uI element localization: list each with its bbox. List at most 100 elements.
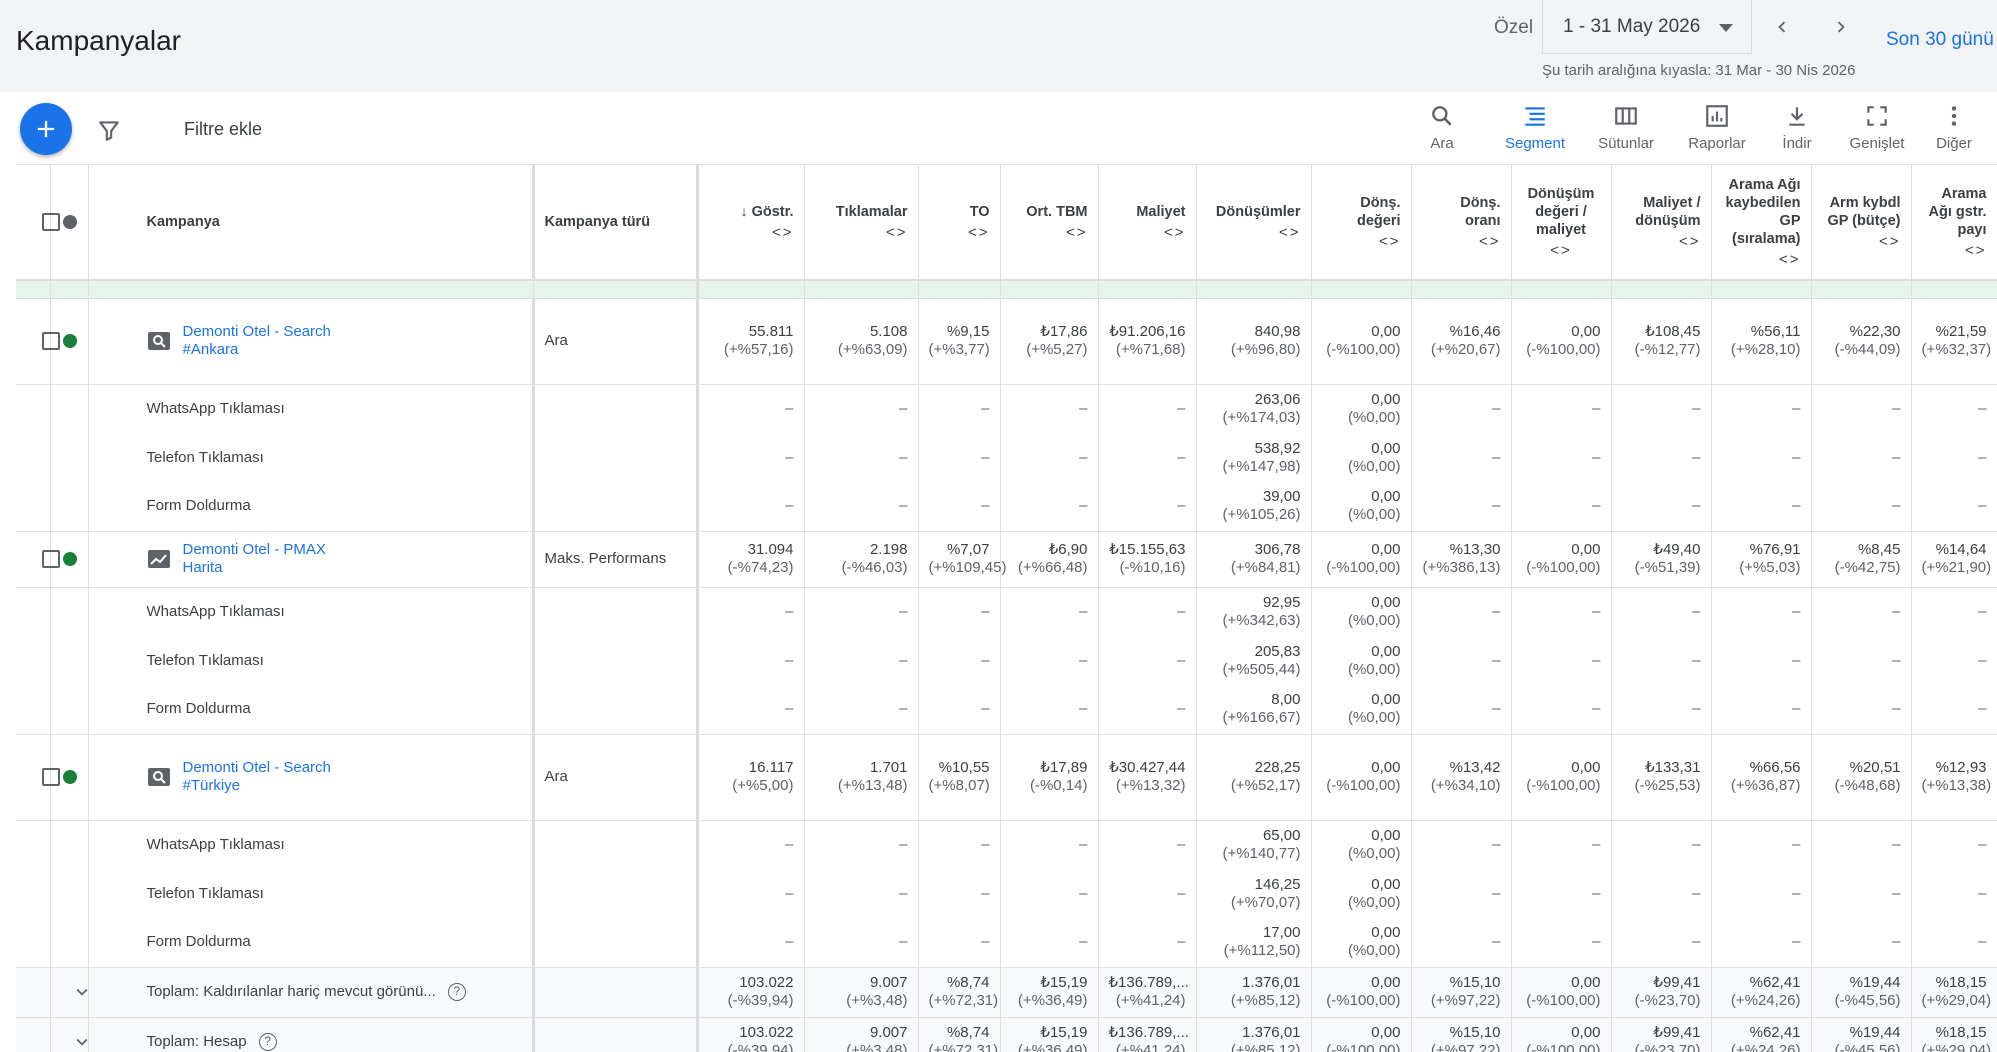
metric-change: (+%5,03) — [1739, 559, 1801, 576]
column-resize-icon[interactable]: <> — [815, 224, 908, 242]
expand-total-button[interactable] — [50, 1017, 89, 1052]
column-resize-icon[interactable]: <> — [1322, 233, 1401, 251]
column-resize-icon[interactable]: <> — [1109, 224, 1186, 242]
total-row: Toplam: Kaldırılanlar hariç mevcut görün… — [16, 967, 1997, 1018]
prev-period-button[interactable] — [1765, 10, 1799, 44]
conv-value-header[interactable]: Dönş. değeri <> — [1311, 165, 1412, 281]
value-per-cost-cell: – — [1511, 918, 1612, 968]
empty-cell — [50, 869, 89, 918]
metric-change: (+%85,12) — [1230, 992, 1301, 1009]
conv-rate-header[interactable]: Dönş. oranı <> — [1411, 165, 1512, 281]
row-checkbox-cell[interactable] — [16, 298, 60, 385]
column-resize-icon[interactable]: <> — [1011, 224, 1088, 242]
row-checkbox-cell[interactable] — [16, 734, 60, 821]
metric-value: 8,00 — [1271, 691, 1301, 709]
download-tool-button[interactable]: İndir — [1752, 103, 1842, 152]
metric-value: %13,42 — [1449, 759, 1501, 776]
row-checkbox[interactable] — [42, 332, 60, 351]
columns-tool-button[interactable]: Sütunlar — [1581, 103, 1671, 152]
column-resize-icon[interactable]: <> — [1207, 224, 1301, 242]
column-resize-icon[interactable]: <> — [1822, 233, 1901, 251]
row-checkbox[interactable] — [42, 768, 60, 787]
filter-input[interactable]: Filtre ekle — [184, 119, 262, 140]
status-enabled-icon[interactable] — [62, 770, 77, 785]
clicks-cell: – — [804, 869, 919, 918]
column-resize-icon[interactable]: <> — [929, 224, 990, 242]
metric-change: (+%84,81) — [1230, 559, 1301, 576]
metric-value: %8,45 — [1857, 541, 1901, 558]
conversions-header[interactable]: Dönüşümler <> — [1196, 165, 1312, 281]
campaign-row[interactable]: Demonti Otel - PMAX Harita Maks. Performa… — [16, 531, 1997, 588]
date-range-select[interactable]: 1 - 31 May 2026 — [1542, 0, 1752, 54]
campaign-header[interactable]: Kampanya — [88, 165, 534, 281]
column-resize-icon[interactable]: <> — [1422, 233, 1501, 251]
cost-per-conv-cell: – — [1611, 384, 1712, 433]
impressions-cell: 103.022 (-%39,94) — [697, 1017, 805, 1052]
impr-share-header[interactable]: Arama Ağı gstr. payı <> — [1911, 165, 1997, 281]
clicks-header[interactable]: Tıklamalar <> — [804, 165, 919, 281]
lost-rank-header-label: Arama Ağı kaybedilen GP (sıralama) — [1725, 176, 1801, 247]
empty-cell — [50, 820, 89, 869]
metric-change: (+%72,31) — [928, 992, 999, 1009]
ctr-cell: %9,15 (+%3,77) — [918, 298, 1001, 385]
metric-change: (%0,00) — [1347, 844, 1401, 862]
ctr-header[interactable]: TO <> — [918, 165, 1001, 281]
impressions-header[interactable]: ↓ Göstr. <> — [697, 165, 805, 281]
column-resize-icon[interactable]: <> — [1622, 233, 1701, 251]
lost-rank-header[interactable]: Arama Ağı kaybedilen GP (sıralama) <> — [1711, 165, 1812, 281]
status-enabled-icon[interactable] — [62, 334, 77, 349]
strip-cell — [1411, 280, 1512, 299]
cost-header[interactable]: Maliyet <> — [1098, 165, 1197, 281]
select-all-checkbox-cell[interactable] — [16, 165, 60, 281]
search-tool-button[interactable]: Ara — [1397, 103, 1487, 152]
metric-value: 103.022 — [739, 974, 794, 991]
metric-value: ₺136.789,... — [1108, 974, 1189, 991]
campaign-name-link[interactable]: Demonti Otel - PMAX Harita — [183, 541, 333, 577]
help-icon[interactable]: ? — [258, 1033, 277, 1052]
campaign-row[interactable]: Demonti Otel - Search #Türkiye Ara 16.117(… — [16, 734, 1997, 821]
column-resize-icon[interactable]: <> — [709, 224, 794, 242]
lost-budget-header[interactable]: Arm kybdl GP (bütçe) <> — [1811, 165, 1912, 281]
cpc-header[interactable]: Ort. TBM <> — [1000, 165, 1099, 281]
cost-cell: – — [1098, 869, 1197, 918]
column-resize-icon[interactable]: <> — [1522, 242, 1601, 260]
metric-change: (+%5,27) — [1026, 341, 1088, 358]
column-resize-icon[interactable]: <> — [1922, 242, 1987, 260]
strip-cell — [1000, 280, 1099, 299]
filter-icon[interactable] — [96, 117, 122, 143]
cost-cell: – — [1098, 918, 1197, 968]
segment-row: Form Doldurma – – – – –17,00 (+%112,50) 0,00 (%0… — [16, 918, 1997, 968]
select-all-checkbox[interactable] — [42, 213, 60, 232]
segment-label: Telefon Tıklaması — [88, 636, 534, 685]
type-header[interactable]: Kampanya türü — [531, 165, 699, 281]
conversions-cell: 65,00 (+%140,77) — [1196, 820, 1312, 869]
add-button[interactable] — [20, 103, 72, 155]
help-icon[interactable]: ? — [447, 983, 466, 1002]
value-per-cost-header[interactable]: Dönüşüm değeri / maliyet <> — [1511, 165, 1612, 281]
last-30-days-link[interactable]: Son 30 günü g — [1886, 29, 1997, 51]
reports-tool-button[interactable]: Raporlar — [1672, 103, 1762, 152]
metric-value: 31.094 — [747, 541, 794, 558]
cpc-cell: ₺17,89 (-%0,14) — [1000, 734, 1099, 821]
campaign-name-link[interactable]: Demonti Otel - Search #Ankara — [183, 323, 333, 359]
row-checkbox-cell[interactable] — [16, 531, 60, 588]
column-resize-icon[interactable]: <> — [1722, 251, 1801, 269]
metric-change: (+%3,48) — [846, 992, 908, 1009]
metric-change: (+%29,04) — [1921, 992, 1992, 1009]
metric-value: %10,55 — [938, 759, 990, 776]
campaign-row[interactable]: Demonti Otel - Search #Ankara Ara 55.811 (+… — [16, 298, 1997, 385]
next-period-button[interactable] — [1824, 10, 1858, 44]
campaign-name-link[interactable]: Demonti Otel - Search #Türkiye — [183, 759, 333, 795]
lost-rank-cell: %62,41 (+%24,26) — [1711, 1017, 1812, 1052]
expand-total-button[interactable] — [50, 967, 89, 1018]
empty-cell — [531, 820, 699, 869]
strip-cell — [918, 280, 1001, 299]
more-tool-button[interactable]: Diğer — [1909, 103, 1997, 152]
status-enabled-icon[interactable] — [62, 552, 77, 567]
segment-tool-button[interactable]: Segment — [1490, 103, 1580, 152]
segment-label: Telefon Tıklaması — [88, 433, 534, 482]
cost-per-conv-header[interactable]: Maliyet / dönüşüm <> — [1611, 165, 1712, 281]
conv-rate-cell: %13,42 (+%34,10) — [1411, 734, 1512, 821]
row-checkbox[interactable] — [42, 550, 60, 569]
metric-change: (-%23,70) — [1634, 1042, 1701, 1052]
